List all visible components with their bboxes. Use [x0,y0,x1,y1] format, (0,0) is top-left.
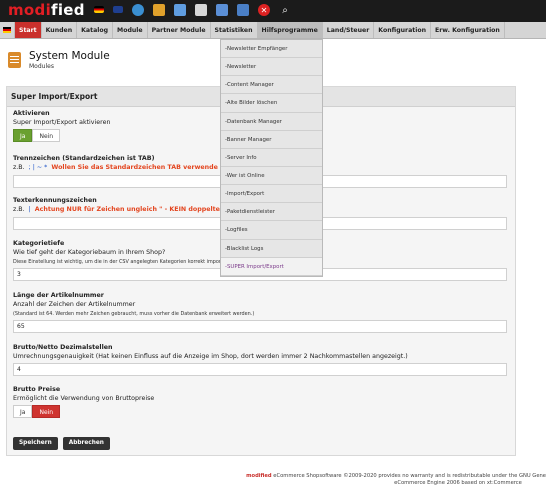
art-len-note: (Standard ist 64. Werden mehr Zeichen ge… [13,311,255,317]
menu-item-import-export[interactable]: -Import/Export [221,185,322,204]
search-icon[interactable]: ⌕ [279,4,291,16]
menu-item-blacklist-logs[interactable]: -Blacklist Logs [221,240,322,258]
text-id-label: Texterkennungszeichen [13,197,97,204]
nav-katalog[interactable]: Katalog [77,22,114,38]
decimals-label: Brutto/Netto Dezimalstellen [13,344,113,351]
activate-no-button[interactable]: Nein [32,129,61,142]
separator-hint: z.B. ; | ~ * Wollen Sie das Standardzeic… [13,164,218,171]
menu-item-logfiles[interactable]: -Logfiles [221,221,322,240]
nav-hilfsprogramme[interactable]: Hilfsprogramme [257,22,323,38]
menu-item-alte-bilder-loeschen[interactable]: -Alte Bilder löschen [221,94,322,113]
main-nav: Start Kunden Katalog Module Partner Modu… [0,22,546,39]
language-flag-icon[interactable] [0,22,15,38]
menu-item-super-import-export[interactable]: -SUPER Import/Export [221,257,322,276]
flag-uk-icon[interactable] [113,6,123,13]
nav-statistiken[interactable]: Statistiken [211,22,258,38]
page-subtitle: Modules [29,63,54,70]
cancel-button[interactable]: Abbrechen [62,437,110,450]
menu-item-server-info[interactable]: -Server Info [221,149,322,167]
stats-icon[interactable] [174,4,186,16]
nav-partner-module[interactable]: Partner Module [148,22,211,38]
page-title: System Module [29,50,110,62]
activate-yes-button[interactable]: Ja [13,129,33,142]
decimals-desc: Umrechnungsgenauigkeit (Hat keinen Einfl… [13,353,408,360]
calendar-icon[interactable] [195,4,207,16]
save-button[interactable]: Speichern [13,437,58,450]
nav-konfiguration[interactable]: Konfiguration [374,22,432,38]
globe-icon[interactable] [132,4,144,16]
gross-yes-button[interactable]: Ja [13,405,33,418]
cat-depth-desc: Wie tief geht der Kategoriebaum in Ihrem… [13,249,166,256]
menu-item-newsletter-empfaenger[interactable]: -Newsletter Empfänger [221,40,322,59]
nav-module[interactable]: Module [113,22,148,38]
nav-land-steuer[interactable]: Land/Steuer [323,22,375,38]
text-id-hint: z.B. | Achtung NUR für Zeichen ungleich … [13,206,231,213]
activate-label: Aktivieren [13,110,50,117]
hilfsprogramme-dropdown: -Newsletter Empfänger -Newsletter -Conte… [220,39,323,277]
nav-start[interactable]: Start [15,22,42,38]
cat-depth-label: Kategorietiefe [13,240,65,247]
logout-icon[interactable]: ✕ [258,4,270,16]
tools-icon[interactable] [153,4,165,16]
menu-item-banner-manager[interactable]: -Banner Manager [221,131,322,149]
art-len-label: Länge der Artikelnummer [13,292,104,299]
activate-toggle: Ja Nein [13,129,61,142]
activate-desc: Super Import/Export aktivieren [13,119,111,126]
form-actions: Speichern Abbrechen [13,437,110,450]
module-icon [8,52,21,68]
copy-icon[interactable] [216,4,228,16]
decimals-input[interactable]: 4 [13,363,507,376]
nav-kunden[interactable]: Kunden [42,22,78,38]
nav-erw-konfiguration[interactable]: Erw. Konfiguration [431,22,505,38]
menu-item-paketdienstleister[interactable]: -Paketdienstleister [221,203,322,222]
menu-item-content-manager[interactable]: -Content Manager [221,76,322,95]
footer: modified eCommerce Shopsoftware ©2009-20… [0,473,546,486]
logo[interactable]: modified [8,1,85,19]
settings-icon[interactable] [237,4,249,16]
footer-line-2: eCommerce Engine 2006 based on xt:Commer… [394,479,522,486]
gross-desc: Ermöglicht die Verwendung von Bruttoprei… [13,395,155,402]
gross-toggle: Ja Nein [13,405,61,418]
gross-no-button[interactable]: Nein [32,405,61,418]
art-len-input[interactable]: 65 [13,320,507,333]
menu-item-wer-ist-online[interactable]: -Wer ist Online [221,167,322,186]
top-bar: modified ✕ ⌕ [0,0,546,22]
menu-item-datenbank-manager[interactable]: -Datenbank Manager [221,113,322,131]
menu-item-newsletter[interactable]: -Newsletter [221,58,322,77]
flag-de-icon[interactable] [94,6,104,13]
art-len-desc: Anzahl der Zeichen der Artikelnummer [13,301,136,308]
separator-label: Trennzeichen (Standardzeichen ist TAB) [13,155,155,162]
gross-label: Brutto Preise [13,386,61,393]
